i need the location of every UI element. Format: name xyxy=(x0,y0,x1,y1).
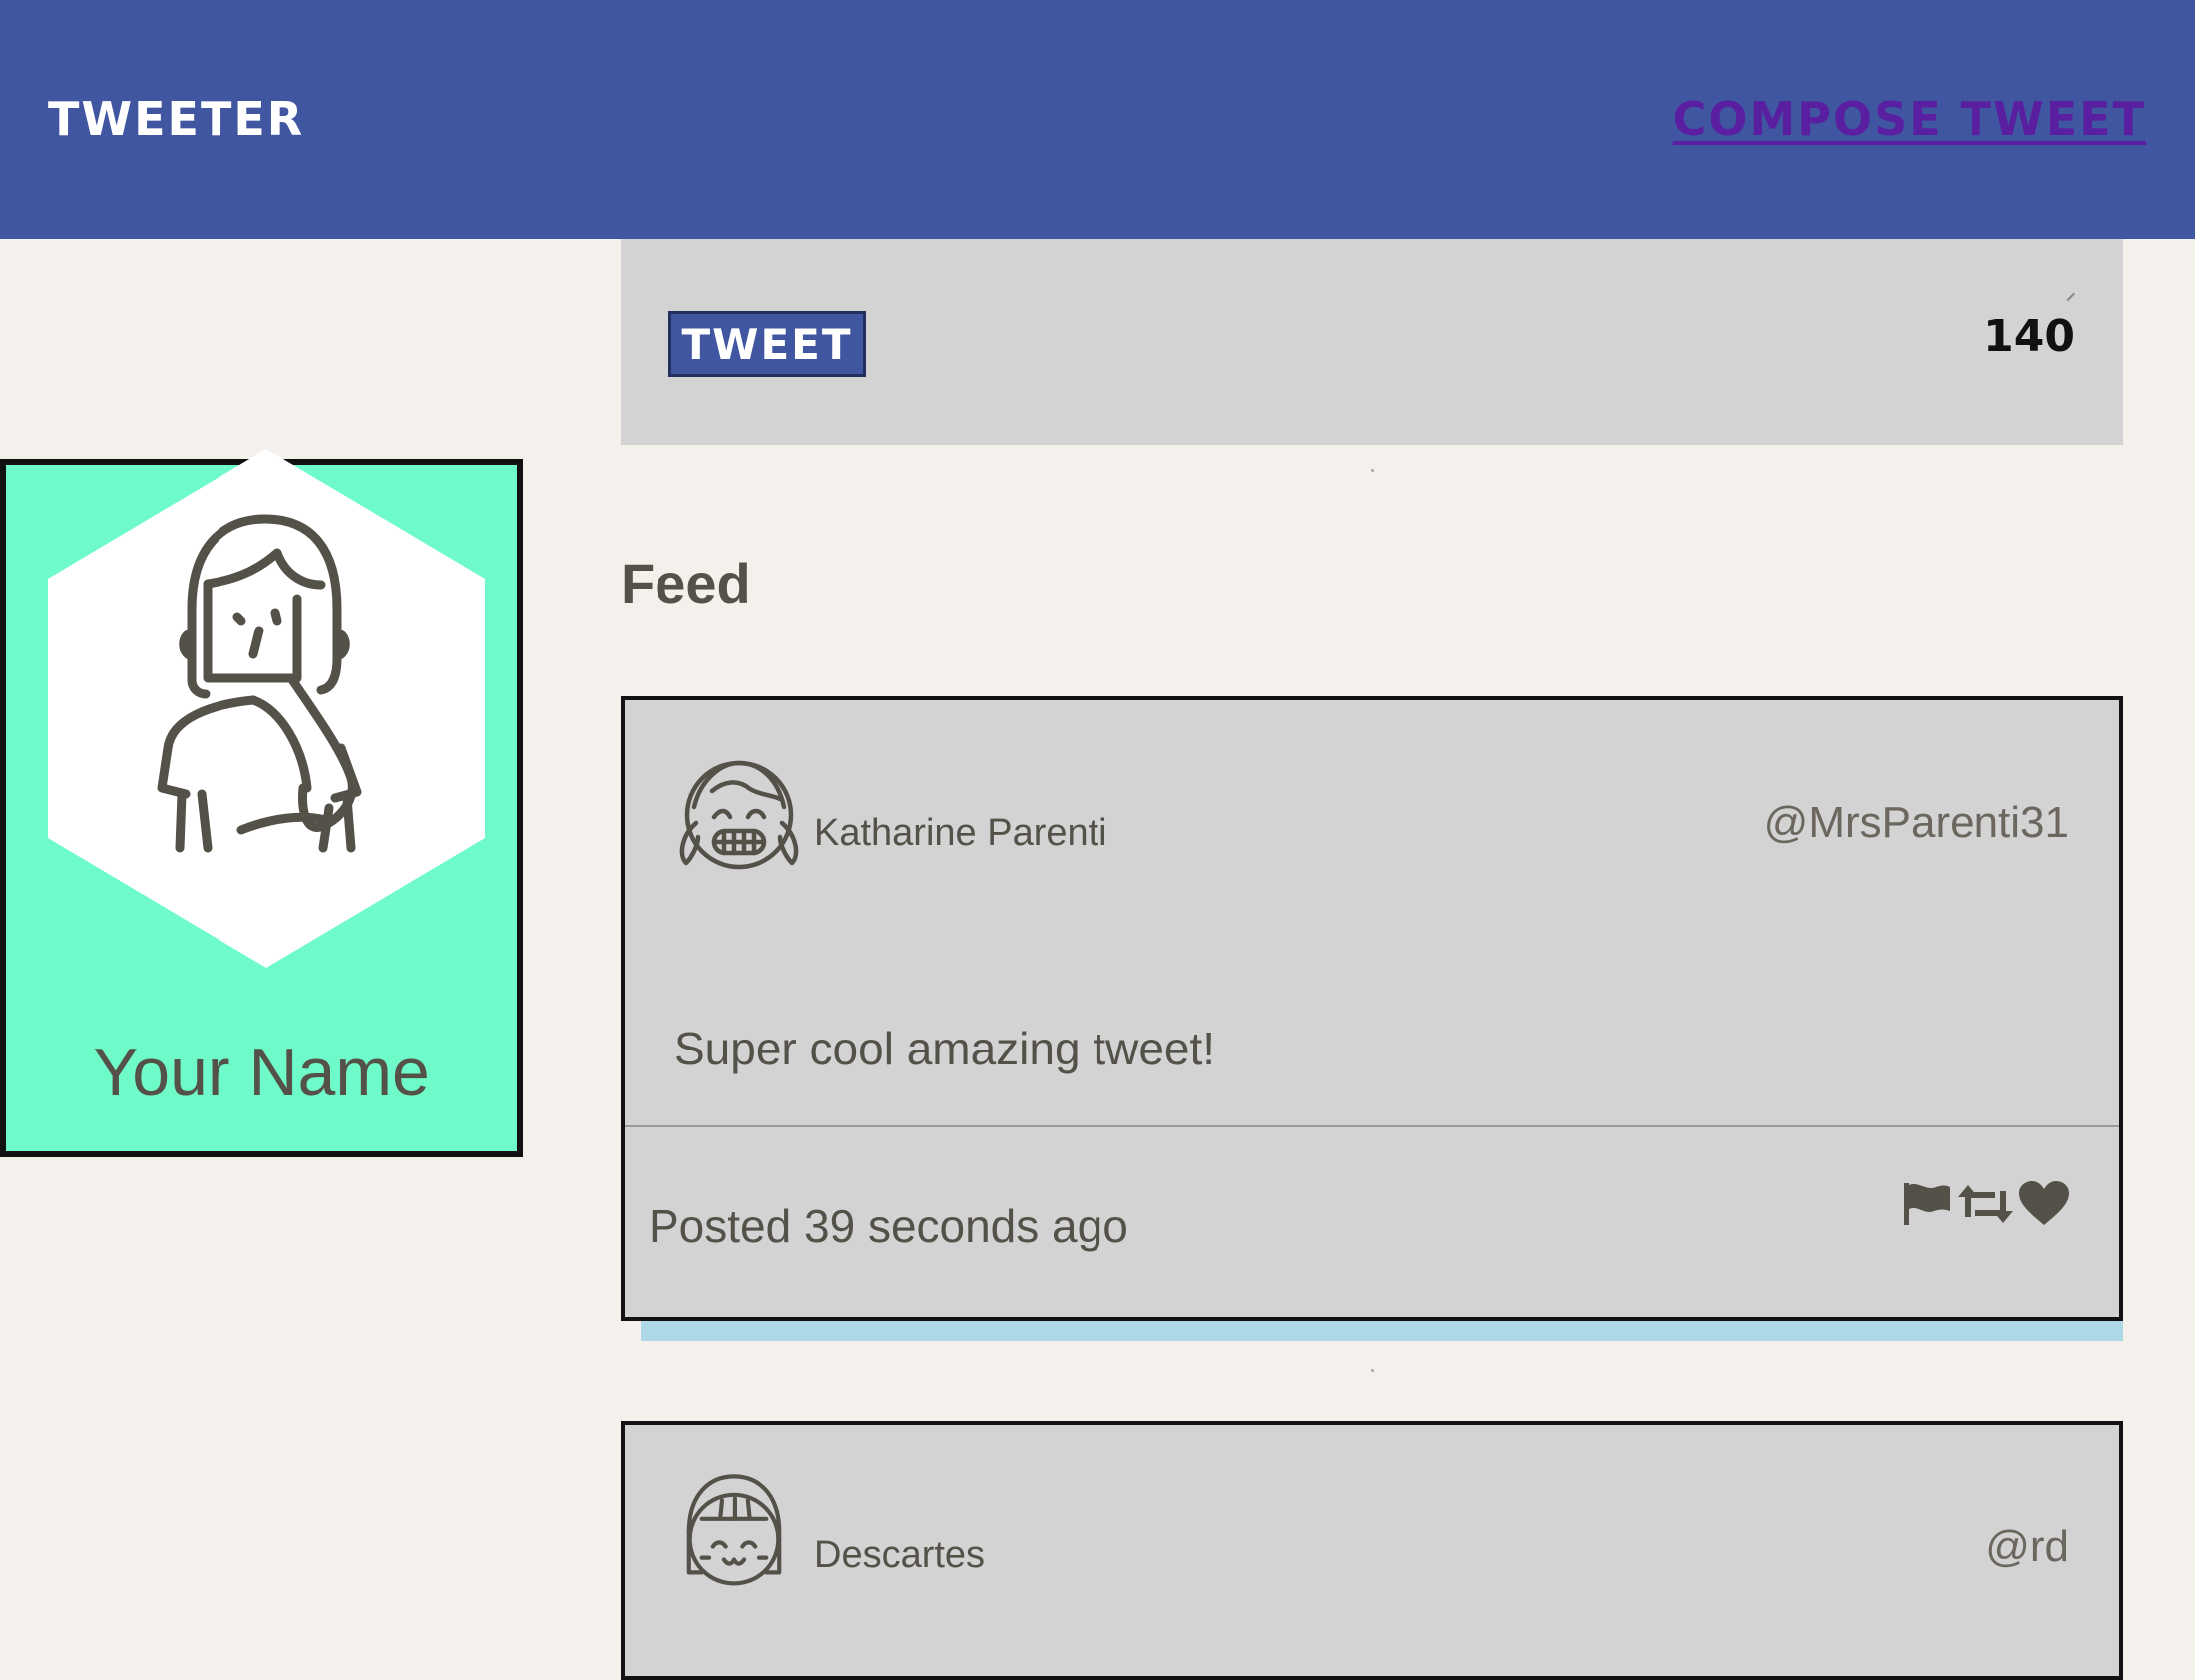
tweet-card: Katharine Parenti @MrsParenti31 Super co… xyxy=(621,696,2123,1321)
tweet-content: Super cool amazing tweet! xyxy=(674,1023,1216,1074)
retweet-icon[interactable] xyxy=(1958,1181,2013,1227)
tweet-author-name[interactable]: Katharine Parenti xyxy=(814,812,1107,855)
compose-panel: TWEET 140 xyxy=(621,239,2123,445)
tweet-actions xyxy=(1902,1181,2069,1227)
compose-tweet-link[interactable]: COMPOSE TWEET xyxy=(1673,92,2146,146)
profile-card: Your Name xyxy=(0,449,523,1157)
tweet-author-handle[interactable]: @MrsParenti31 xyxy=(1764,798,2069,848)
tweet-timestamp: Posted 39 seconds ago xyxy=(649,1200,1128,1252)
heart-icon[interactable] xyxy=(2019,1181,2069,1227)
character-counter: 140 xyxy=(1983,311,2075,362)
tweet-divider xyxy=(625,1125,2119,1127)
tweet-author-name[interactable]: Descartes xyxy=(814,1534,985,1577)
tweet-author-handle[interactable]: @rd xyxy=(1985,1522,2069,1572)
textarea-resize-handle[interactable] xyxy=(2060,286,2076,302)
divider-dot xyxy=(1371,1369,1374,1372)
author-avatar xyxy=(686,1474,782,1586)
divider-dot xyxy=(1371,469,1374,472)
profile-name: Your Name xyxy=(93,1035,430,1110)
tweet-card: Descartes @rd xyxy=(621,1421,2123,1680)
tweet-button[interactable]: TWEET xyxy=(668,311,866,377)
navbar: TWEETER COMPOSE TWEET xyxy=(0,0,2195,239)
feed-title: Feed xyxy=(621,552,751,615)
profile-avatar xyxy=(48,449,485,968)
author-avatar xyxy=(679,760,799,870)
brand-logo[interactable]: TWEETER xyxy=(48,92,304,146)
flag-icon[interactable] xyxy=(1902,1181,1952,1227)
